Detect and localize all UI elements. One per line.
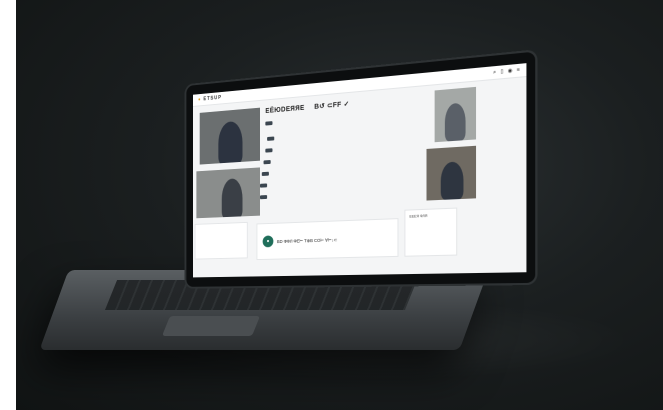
- hero-photo-top[interactable]: [199, 107, 261, 165]
- article-headline-secondary: B↺ ⊂FF ✓: [314, 100, 350, 111]
- site-brand[interactable]: ● ETSUP: [198, 95, 222, 103]
- lower-panel-center: ● BD ФФЛ ФЕ⊢ T⊕B CO⊢ ∀⊢↓⊂: [256, 218, 399, 261]
- thumb-icon: [260, 194, 268, 199]
- badge-icon: ●: [262, 235, 274, 248]
- content-row[interactable]: [263, 154, 356, 165]
- brand-text: ETSUP: [203, 94, 222, 103]
- user-icon[interactable]: ◉: [508, 68, 513, 75]
- thumb-icon: [263, 159, 271, 164]
- article-headline: ЕЁЮDEЯЯЕ: [265, 104, 305, 115]
- thumb-icon: [260, 182, 268, 188]
- content-row[interactable]: [265, 141, 357, 153]
- person-figure: [444, 102, 466, 142]
- side-photo-bottom[interactable]: [426, 145, 477, 201]
- content-row[interactable]: [260, 190, 352, 199]
- side-photo-top[interactable]: [434, 86, 477, 143]
- search-icon[interactable]: ⌕: [493, 69, 496, 76]
- lower-panel-label: BD ФФЛ ФЕ⊢ T⊕B CO⊢ ∀⊢↓⊂: [276, 237, 338, 245]
- laptop-trackpad: [161, 316, 261, 336]
- content-row[interactable]: [261, 166, 354, 176]
- content-row[interactable]: [267, 129, 359, 141]
- person-figure: [218, 120, 243, 165]
- content-row[interactable]: [260, 178, 352, 188]
- bookmark-icon[interactable]: ▯: [500, 69, 503, 76]
- laptop-lid: ● ETSUP ⌕ ▯ ◉ ≡ ЕЁЮDEЯЯЕ B↺ ⊂FF ✓ ● BD Ф…: [186, 51, 536, 287]
- side-panel-label: EEEЯ ФЛЯ: [409, 213, 428, 219]
- person-figure: [440, 161, 464, 200]
- person-figure: [221, 178, 243, 219]
- thumb-icon: [265, 120, 273, 126]
- site-topbar: ● ETSUP ⌕ ▯ ◉ ≡: [193, 63, 527, 107]
- photo-background: ● ETSUP ⌕ ▯ ◉ ≡ ЕЁЮDEЯЯЕ B↺ ⊂FF ✓ ● BD Ф…: [16, 0, 663, 410]
- thumb-icon: [261, 171, 269, 176]
- lower-panel-left: [194, 221, 248, 260]
- thumb-icon: [267, 136, 275, 141]
- brand-dot-icon: ●: [198, 96, 202, 103]
- lower-panel-right: EEEЯ ФЛЯ: [404, 207, 458, 257]
- topbar-icons: ⌕ ▯ ◉ ≡: [493, 67, 520, 76]
- content-row[interactable]: [265, 113, 357, 126]
- hero-photo-bottom[interactable]: [196, 167, 261, 219]
- thumb-icon: [265, 147, 273, 153]
- menu-icon[interactable]: ≡: [517, 67, 520, 74]
- laptop-screen: ● ETSUP ⌕ ▯ ◉ ≡ ЕЁЮDEЯЯЕ B↺ ⊂FF ✓ ● BD Ф…: [193, 63, 527, 278]
